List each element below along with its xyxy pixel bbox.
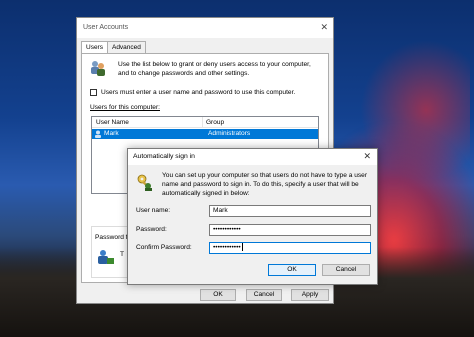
user-icon [95,130,101,138]
text-caret [241,243,243,252]
key-icon [137,174,152,191]
tab-users[interactable]: Users [81,41,108,53]
users-list-label: Users for this computer: [90,104,160,111]
intro-text: Use the list below to grant or deny user… [118,61,311,77]
user-name-field[interactable]: Mark [209,205,371,217]
dialog-title: Automatically sign in [133,153,195,160]
dialog-titlebar[interactable]: Automatically sign in ✕ [128,149,377,165]
user-name-cell: Mark [104,130,119,137]
require-login-checkbox[interactable] [90,89,97,96]
user-accounts-titlebar[interactable]: User Accounts ✕ [77,18,333,38]
user-group-cell: Administrators [208,130,251,137]
password-section-label: Password fo [95,234,132,241]
ok-button[interactable]: OK [200,289,236,301]
dialog-ok-button[interactable]: OK [268,264,316,276]
auto-sign-in-dialog: Automatically sign in ✕ You can set up y… [127,148,378,285]
user-password-icon [98,250,114,264]
close-icon[interactable]: ✕ [363,151,371,162]
table-row[interactable]: Mark Administrators [92,129,318,139]
cancel-button[interactable]: Cancel [246,289,282,301]
password-section-text: T [120,251,125,258]
close-icon[interactable]: ✕ [320,22,328,33]
dialog-cancel-button[interactable]: Cancel [322,264,370,276]
column-user-name[interactable]: User Name [96,119,129,126]
require-login-label[interactable]: Users must enter a user name and passwor… [101,89,295,96]
users-list-header: User Name Group [92,117,318,128]
user-accounts-title: User Accounts [83,24,129,31]
user-name-label: User name: [136,207,171,214]
tab-advanced[interactable]: Advanced [106,41,146,53]
column-divider[interactable] [202,117,203,128]
confirm-password-label: Confirm Password: [136,244,192,251]
dialog-description: You can set up your computer so that use… [162,172,368,197]
password-field[interactable]: •••••••••••• [209,224,371,236]
user-accounts-tabs: Users Advanced [81,41,146,53]
confirm-password-value: •••••••••••• [213,244,241,251]
confirm-password-field[interactable]: •••••••••••• [209,242,371,254]
password-label: Password: [136,226,167,233]
users-icon [91,61,105,76]
column-group[interactable]: Group [206,119,224,126]
apply-button[interactable]: Apply [291,289,329,301]
